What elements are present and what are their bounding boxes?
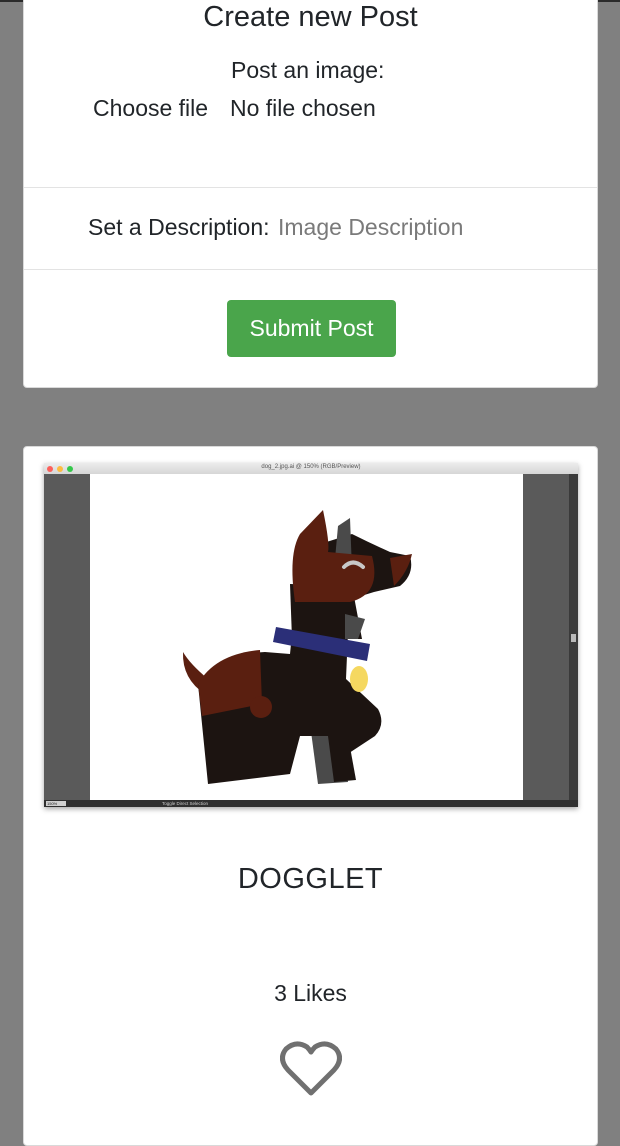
create-post-card: Create new Post Post an image: Choose fi… <box>23 0 598 388</box>
description-input[interactable] <box>278 209 578 245</box>
post-card: dog_2.jpg.ai @ 150% (RGB/Preview) 150% T… <box>23 446 598 1146</box>
post-image-label: Post an image: <box>231 57 385 83</box>
divider <box>24 187 597 188</box>
create-post-title: Create new Post <box>203 1 418 33</box>
image-window-titlebar: dog_2.jpg.ai @ 150% (RGB/Preview) <box>44 463 578 474</box>
likes-count: 3 Likes <box>274 980 347 1006</box>
like-button[interactable] <box>280 1041 342 1097</box>
choose-file-button[interactable]: Choose file <box>93 95 208 122</box>
image-status-bar: 150% Toggle Direct Selection <box>44 800 578 807</box>
dog-illustration <box>182 510 412 784</box>
file-status-text: No file chosen <box>230 95 376 121</box>
image-status-text: Toggle Direct Selection <box>162 801 209 806</box>
divider <box>24 269 597 270</box>
submit-post-button[interactable]: Submit Post <box>227 300 396 357</box>
image-zoom-readout: 150% <box>46 801 66 806</box>
heart-outline-icon <box>280 1041 342 1096</box>
image-canvas <box>90 474 523 800</box>
post-title: DOGGLET <box>237 863 384 895</box>
image-scrollbar <box>569 474 578 800</box>
post-image: dog_2.jpg.ai @ 150% (RGB/Preview) 150% T… <box>44 463 578 807</box>
image-window-title: dog_2.jpg.ai @ 150% (RGB/Preview) <box>261 464 361 470</box>
description-label: Set a Description: <box>88 214 270 240</box>
